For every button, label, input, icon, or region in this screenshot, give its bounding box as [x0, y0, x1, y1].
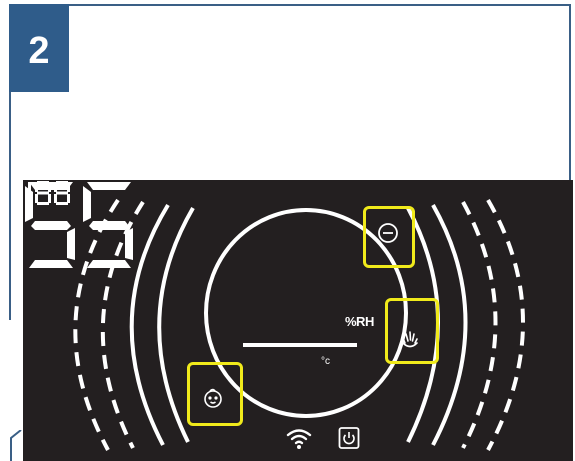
humidity-unit: %RH	[345, 314, 374, 329]
minus-button-highlight	[363, 206, 415, 268]
temperature-unit: °c	[321, 356, 330, 367]
right-arc-dashed-outer	[486, 198, 525, 451]
power-icon[interactable]	[338, 426, 360, 450]
baby-button-highlight	[187, 362, 243, 426]
hand-button-highlight	[385, 298, 439, 364]
wifi-icon	[286, 429, 312, 449]
temperature-digits	[28, 181, 70, 205]
humidifier-control-panel: %RH °c	[23, 180, 573, 461]
frame-corner	[10, 430, 22, 461]
step-number-badge: 2	[9, 4, 69, 92]
right-arc-dashed-inner	[461, 201, 498, 449]
